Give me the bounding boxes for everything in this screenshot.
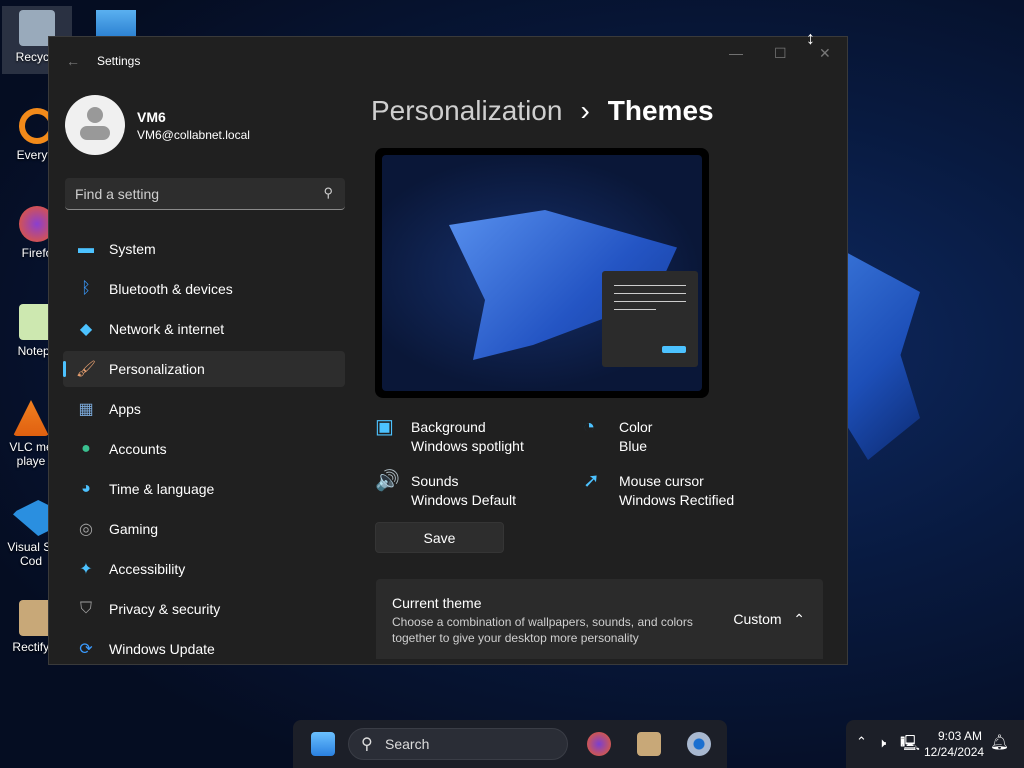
cursor-icon: ➚: [583, 470, 600, 492]
user-name: VM6: [137, 109, 166, 125]
vlc-icon: [13, 400, 49, 436]
sidebar-item-label: Privacy & security: [109, 601, 221, 617]
label: Sounds: [411, 473, 459, 489]
window-preview: [602, 271, 698, 367]
search-icon: ⚲: [361, 736, 373, 753]
breadcrumb-parent[interactable]: Personalization: [371, 95, 562, 127]
label: Color: [619, 419, 653, 435]
sidebar-item-label: Personalization: [109, 361, 205, 377]
chevron-right-icon: ›: [580, 95, 590, 126]
sidebar-item-bluetooth-devices[interactable]: ᛒ Bluetooth & devices: [63, 271, 345, 307]
current-theme-value: Custom: [733, 611, 782, 627]
clock-date[interactable]: 12/24/2024: [924, 744, 984, 760]
nav-icon: ✦: [79, 561, 93, 578]
nav-icon: ▦: [78, 401, 94, 418]
sidebar-item-label: Bluetooth & devices: [109, 281, 233, 297]
sidebar-item-network-internet[interactable]: ◆ Network & internet: [63, 311, 345, 347]
system-tray: ⌃ 🕨 🖳 9:03 AM 12/24/2024 🔔︎: [846, 720, 1024, 768]
label: Background: [411, 419, 486, 435]
sidebar-item-gaming[interactable]: ◎ Gaming: [63, 511, 345, 547]
mouse-cursor-setting[interactable]: ➚ Mouse cursor Windows Rectified: [583, 470, 735, 510]
nav-icon: ᛒ: [81, 280, 91, 297]
windows-shortcut-icon[interactable]: [96, 10, 136, 38]
network-icon[interactable]: 🖳: [900, 733, 920, 758]
sidebar-item-accounts[interactable]: ● Accounts: [63, 431, 345, 467]
sidebar-item-personalization[interactable]: 🖌 Personalization: [63, 351, 345, 387]
search-icon: ⚲: [323, 185, 333, 200]
nav-icon: ⛉: [79, 600, 92, 617]
chevron-up-icon[interactable]: ⌃: [793, 611, 805, 627]
sidebar-item-label: Windows Update: [109, 641, 215, 657]
sidebar-item-privacy-security[interactable]: ⛉ Privacy & security: [63, 591, 345, 627]
sounds-setting[interactable]: 🔊 Sounds Windows Default: [375, 470, 517, 510]
start-button[interactable]: [311, 732, 335, 756]
nav-icon: ▬: [78, 240, 94, 257]
clock-time[interactable]: 9:03 AM: [924, 728, 982, 744]
rectify11-taskbar-icon[interactable]: [637, 732, 661, 756]
sidebar-item-label: Gaming: [109, 521, 159, 537]
save-button[interactable]: Save: [375, 522, 504, 553]
theme-preview: [375, 148, 709, 398]
search-placeholder: Find a setting: [75, 186, 160, 202]
settings-taskbar-icon[interactable]: [687, 732, 711, 756]
back-button[interactable]: ←: [49, 53, 97, 69]
search-label: Search: [385, 736, 430, 752]
taskbar: ⚲ Search: [293, 720, 727, 768]
sidebar-item-windows-update[interactable]: ⟳ Windows Update: [63, 631, 345, 664]
notification-bell-icon[interactable]: 🔔︎: [990, 733, 1009, 751]
title-bar: ← Settings: [49, 37, 847, 85]
nav-icon: ⟳: [79, 641, 93, 658]
close-button[interactable]: ✕: [819, 45, 831, 62]
sidebar-item-label: System: [109, 241, 156, 257]
value: Windows spotlight: [411, 438, 524, 454]
sidebar-item-label: Time & language: [109, 481, 215, 497]
sidebar-item-label: Accessibility: [109, 561, 186, 577]
sidebar-item-system[interactable]: ▬ System: [63, 231, 345, 267]
color-setting[interactable]: ◔ Color Blue: [583, 416, 653, 456]
current-theme-card[interactable]: Current theme Choose a combination of wa…: [376, 579, 823, 659]
nav-icon: ◕: [81, 480, 91, 497]
firefox-taskbar-icon[interactable]: [587, 732, 611, 756]
palette-icon: ◔: [583, 416, 596, 438]
value: Blue: [619, 438, 648, 454]
settings-window: ← Settings — ☐ ✕ VM6 VM6@collabnet.local…: [48, 36, 848, 665]
speaker-icon: 🔊: [375, 470, 400, 492]
speaker-muted-icon[interactable]: 🕨: [878, 735, 886, 751]
value: Windows Rectified: [619, 492, 735, 508]
nav-icon: ◎: [79, 521, 93, 538]
nav-icon: ●: [81, 440, 91, 457]
minimize-button[interactable]: —: [729, 45, 743, 61]
label: VLC me playe: [9, 440, 53, 468]
sidebar-item-apps[interactable]: ▦ Apps: [63, 391, 345, 427]
image-icon: ▣: [375, 416, 394, 438]
background-setting[interactable]: ▣ Background Windows spotlight: [375, 416, 524, 456]
card-description: Choose a combination of wallpapers, soun…: [392, 615, 693, 645]
chevron-up-icon[interactable]: ⌃: [856, 734, 867, 750]
sidebar-nav: ▬ System ᛒ Bluetooth & devices ◆ Network & in…: [63, 231, 345, 664]
search-input[interactable]: Find a setting ⚲: [65, 178, 345, 210]
taskbar-search[interactable]: ⚲ Search: [348, 728, 568, 760]
breadcrumb: Personalization › Themes: [371, 95, 714, 127]
resize-cursor-icon: ↕: [806, 28, 815, 48]
avatar[interactable]: [65, 95, 125, 155]
nav-icon: 🖌: [75, 361, 97, 378]
sidebar-item-label: Apps: [109, 401, 141, 417]
sidebar-item-label: Accounts: [109, 441, 167, 457]
value: Windows Default: [411, 492, 517, 508]
maximize-button[interactable]: ☐: [774, 45, 787, 62]
nav-icon: ◆: [79, 321, 93, 338]
window-title: Settings: [97, 54, 141, 68]
sidebar-item-label: Network & internet: [109, 321, 225, 337]
label: Mouse cursor: [619, 473, 704, 489]
vscode-icon: [13, 500, 49, 536]
sidebar-item-accessibility[interactable]: ✦ Accessibility: [63, 551, 345, 587]
sidebar-item-time-language[interactable]: ◕ Time & language: [63, 471, 345, 507]
card-title: Current theme: [392, 595, 482, 611]
page-title: Themes: [607, 95, 714, 126]
user-email: VM6@collabnet.local: [137, 128, 250, 142]
